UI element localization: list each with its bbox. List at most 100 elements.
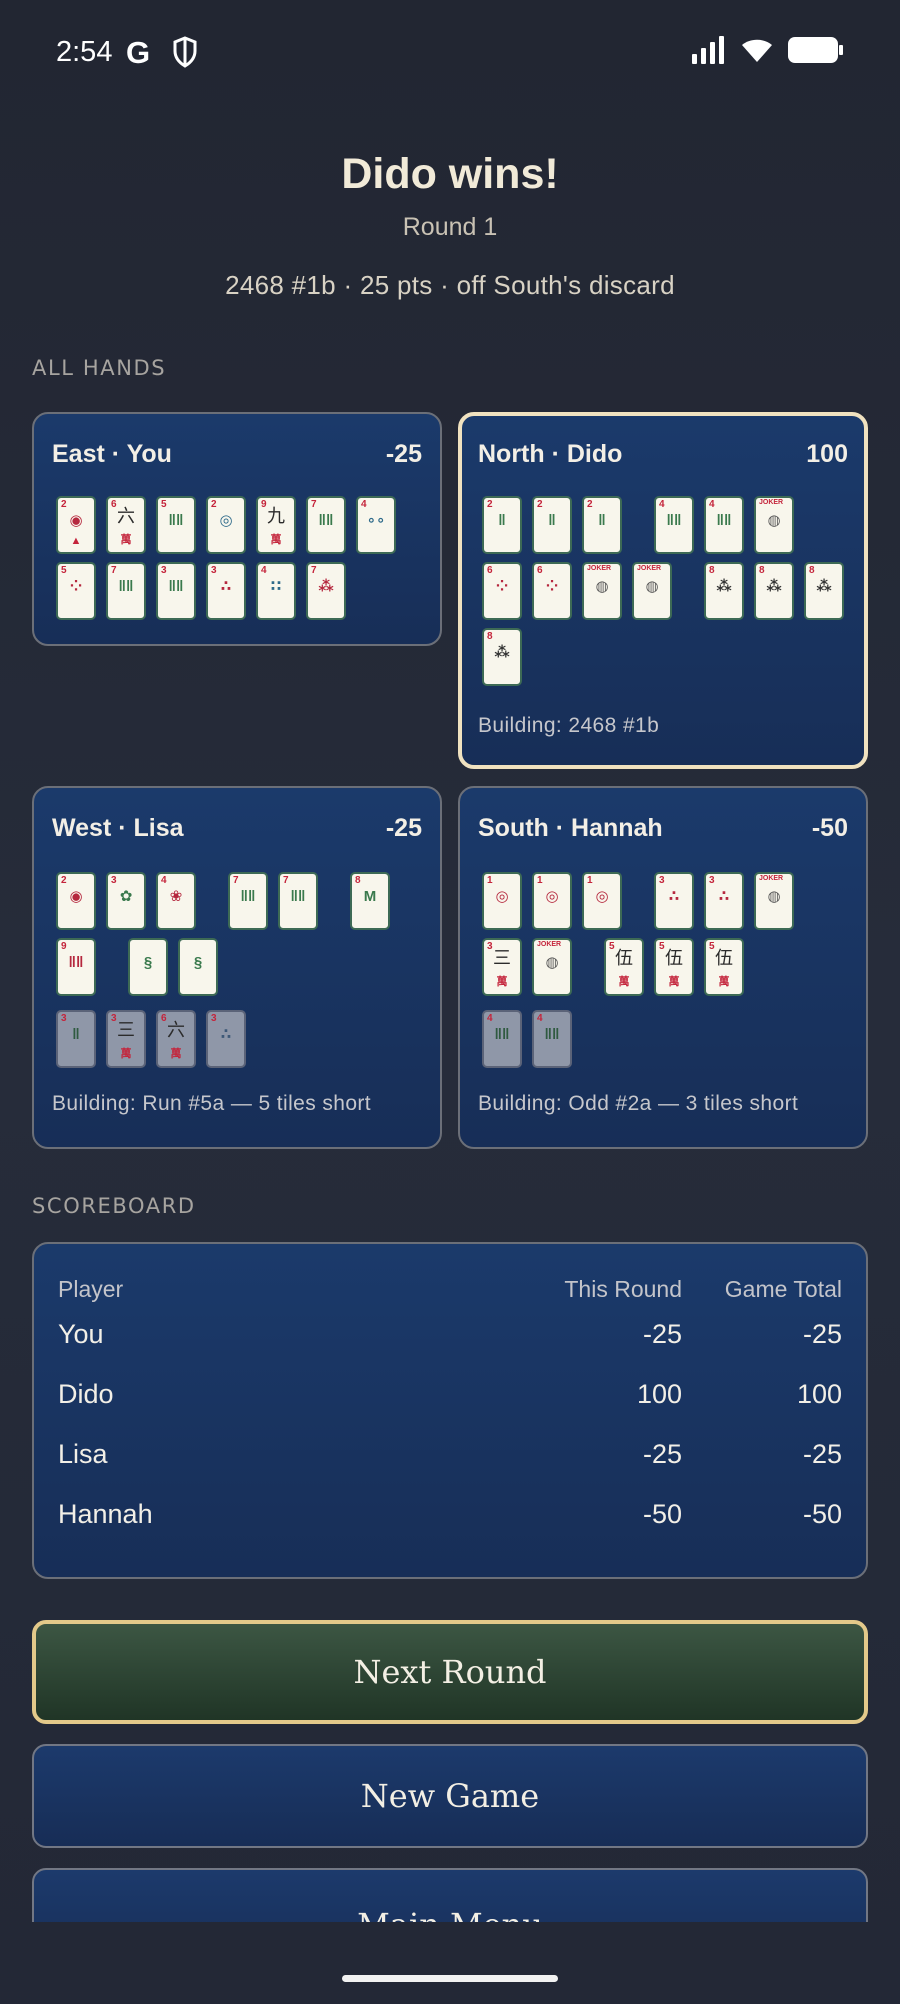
tile-dot: 6 ⁘ [532, 562, 572, 620]
tile-row: 2 ‖ 2 ‖ 2 ‖ 4 ‖‖ 4 ‖‖ JOKER ◍ [482, 496, 804, 554]
tile-exposed: 3 ∴ [206, 1010, 246, 1068]
row-round-score: -25 [642, 1318, 682, 1349]
row-total-score: -50 [802, 1498, 842, 1529]
tile-dot: 8 ⁂ [482, 628, 522, 686]
tile-row: 3三萬 JOKER ◍ 5伍萬 5伍萬 5伍萬 [482, 938, 754, 996]
hand-header: West · Lisa -25 [52, 814, 422, 843]
tile-flower: 4 ❀ [156, 872, 196, 930]
row-player: Dido [58, 1378, 114, 1409]
hand-panel-west: West · Lisa -25 2 ◉ 3 ✿ 4 ❀ 7 ‖‖ 7 ‖‖ 8M 9 ‖‖ … [32, 786, 442, 1149]
hand-header: South · Hannah -50 [478, 814, 848, 843]
tile-dragon: § [178, 938, 218, 996]
tile-dot: 1 ◎ [532, 872, 572, 930]
column-header-total: Game Total [724, 1275, 842, 1302]
row-total-score: -25 [802, 1318, 842, 1349]
row-round-score: -50 [642, 1498, 682, 1529]
tile-joker: JOKER ◍ [582, 562, 622, 620]
tile-bam: 2 ‖ [482, 496, 522, 554]
tile-character: 5伍萬 [654, 938, 694, 996]
tile-bam: 7 ‖‖ [278, 872, 318, 930]
tile-bam: 8M [350, 872, 390, 930]
tile-exposed: 3 ‖ [56, 1010, 96, 1068]
result-header: Dido wins! Round 1 2468 #1b · 25 pts · o… [0, 150, 900, 301]
tile-bam: 9 ‖‖ [56, 938, 96, 996]
tile-row: 1 ◎ 1 ◎ 1 ◎ 3 ∴ 3 ∴ JOKER ◍ [482, 872, 804, 930]
hand-score: -25 [385, 814, 422, 842]
hand-header: North · Dido 100 [478, 440, 848, 469]
hand-header: East · You -25 [52, 440, 422, 469]
table-row: Hannah -50 -50 [58, 1484, 842, 1544]
row-total-score: 100 [796, 1378, 842, 1409]
row-round-score: 100 [636, 1378, 682, 1409]
next-round-button[interactable]: Next Round [32, 1620, 868, 1724]
tile-dot: 4 ∷ [256, 562, 296, 620]
tile-character: 9九萬 [256, 496, 296, 554]
table-header: Player This Round Game Total [58, 1274, 842, 1304]
row-player: Hannah [58, 1498, 153, 1529]
column-header-player: Player [58, 1275, 124, 1302]
tile-row: 2 ◉ 3 ✿ 4 ❀ 7 ‖‖ 7 ‖‖ 8M [56, 872, 400, 930]
hand-player-name: West · Lisa [52, 814, 184, 842]
row-player: Lisa [58, 1438, 108, 1469]
bottom-bar [0, 1922, 900, 2004]
tile-dot: 8 ⁂ [754, 562, 794, 620]
exposed-row: 3 ‖ 3三萬 6六萬 3 ∴ [56, 1010, 256, 1068]
tile-exposed: 4 ‖‖ [532, 1010, 572, 1068]
tile-dot: 1 ◎ [582, 872, 622, 930]
hand-panel-north: North · Dido 100 2 ‖ 2 ‖ 2 ‖ 4 ‖‖ 4 ‖‖ JOKER ◍… [458, 412, 868, 769]
tile-row: 2 ◉ ▲ 6六萬 5 ‖‖ 2 ◎ 9九萬 7 ‖‖ 4 ∘∘ [56, 496, 406, 554]
tile-bam: 7 ‖‖ [306, 496, 346, 554]
home-indicator[interactable] [342, 1975, 558, 1982]
tile-bam: 4 ‖‖ [704, 496, 744, 554]
row-player: You [58, 1318, 104, 1349]
hand-panel-south: South · Hannah -50 1 ◎ 1 ◎ 1 ◎ 3 ∴ 3 ∴ JOKER ◍… [458, 786, 868, 1149]
shield-icon [172, 36, 198, 73]
status-bar: 2:54 G [0, 0, 900, 104]
table-row: Dido 100 100 [58, 1364, 842, 1424]
tile-dot: 5 ⁘ [56, 562, 96, 620]
tile-bam: 7 ‖‖ [106, 562, 146, 620]
tile-joker: JOKER ◍ [754, 872, 794, 930]
tile-flower: 2 ◉ [56, 872, 96, 930]
google-icon: G [126, 35, 151, 70]
tile-dot: 2 ◎ [206, 496, 246, 554]
tile-bam: 2 ‖ [532, 496, 572, 554]
hand-player-name: South · Hannah [478, 814, 663, 842]
tile-bam: 5 ‖‖ [156, 496, 196, 554]
row-round-score: -25 [642, 1438, 682, 1469]
tile-joker: JOKER ◍ [754, 496, 794, 554]
row-total-score: -25 [802, 1438, 842, 1469]
tile-exposed: 4 ‖‖ [482, 1010, 522, 1068]
round-label: Round 1 [402, 213, 498, 241]
tile-joker: JOKER ◍ [632, 562, 672, 620]
building-status: Building: Odd #2a — 3 tiles short [478, 1092, 799, 1115]
table-row: You -25 -25 [58, 1304, 842, 1364]
hand-score: -25 [385, 440, 422, 468]
tile-bam: 4 ‖‖ [654, 496, 694, 554]
building-status: Building: 2468 #1b [478, 714, 660, 737]
scoreboard-panel: Player This Round Game Total You -25 -25… [32, 1242, 868, 1579]
tile-character: 5伍萬 [704, 938, 744, 996]
tile-row: 8 ⁂ [482, 628, 532, 686]
tile-character: 6六萬 [106, 496, 146, 554]
table-row: Lisa -25 -25 [58, 1424, 842, 1484]
tile-bam: 7 ‖‖ [228, 872, 268, 930]
tile-flower: 3 ✿ [106, 872, 146, 930]
scoreboard-label: SCOREBOARD [32, 1194, 196, 1218]
tile-character: 3三萬 [482, 938, 522, 996]
tile-dot: 4 ∘∘ [356, 496, 396, 554]
all-hands-label: ALL HANDS [32, 356, 167, 380]
win-details: 2468 #1b · 25 pts · off South's discard [225, 270, 675, 300]
hand-score: -50 [811, 814, 848, 842]
tile-dot: 6 ⁘ [482, 562, 522, 620]
tile-dot: 3 ∴ [206, 562, 246, 620]
signal-icon [692, 36, 726, 69]
new-game-button[interactable]: New Game [32, 1744, 868, 1848]
tile-dragon: § [128, 938, 168, 996]
hand-score: 100 [806, 440, 848, 468]
tile-joker: JOKER ◍ [532, 938, 572, 996]
tile-dot: 7 ⁂ [306, 562, 346, 620]
building-status: Building: Run #5a — 5 tiles short [52, 1092, 372, 1115]
tile-dot: 8 ⁂ [704, 562, 744, 620]
tile-row: 5 ⁘ 7 ‖‖ 3 ‖‖ 3 ∴ 4 ∷ 7 ⁂ [56, 562, 356, 620]
